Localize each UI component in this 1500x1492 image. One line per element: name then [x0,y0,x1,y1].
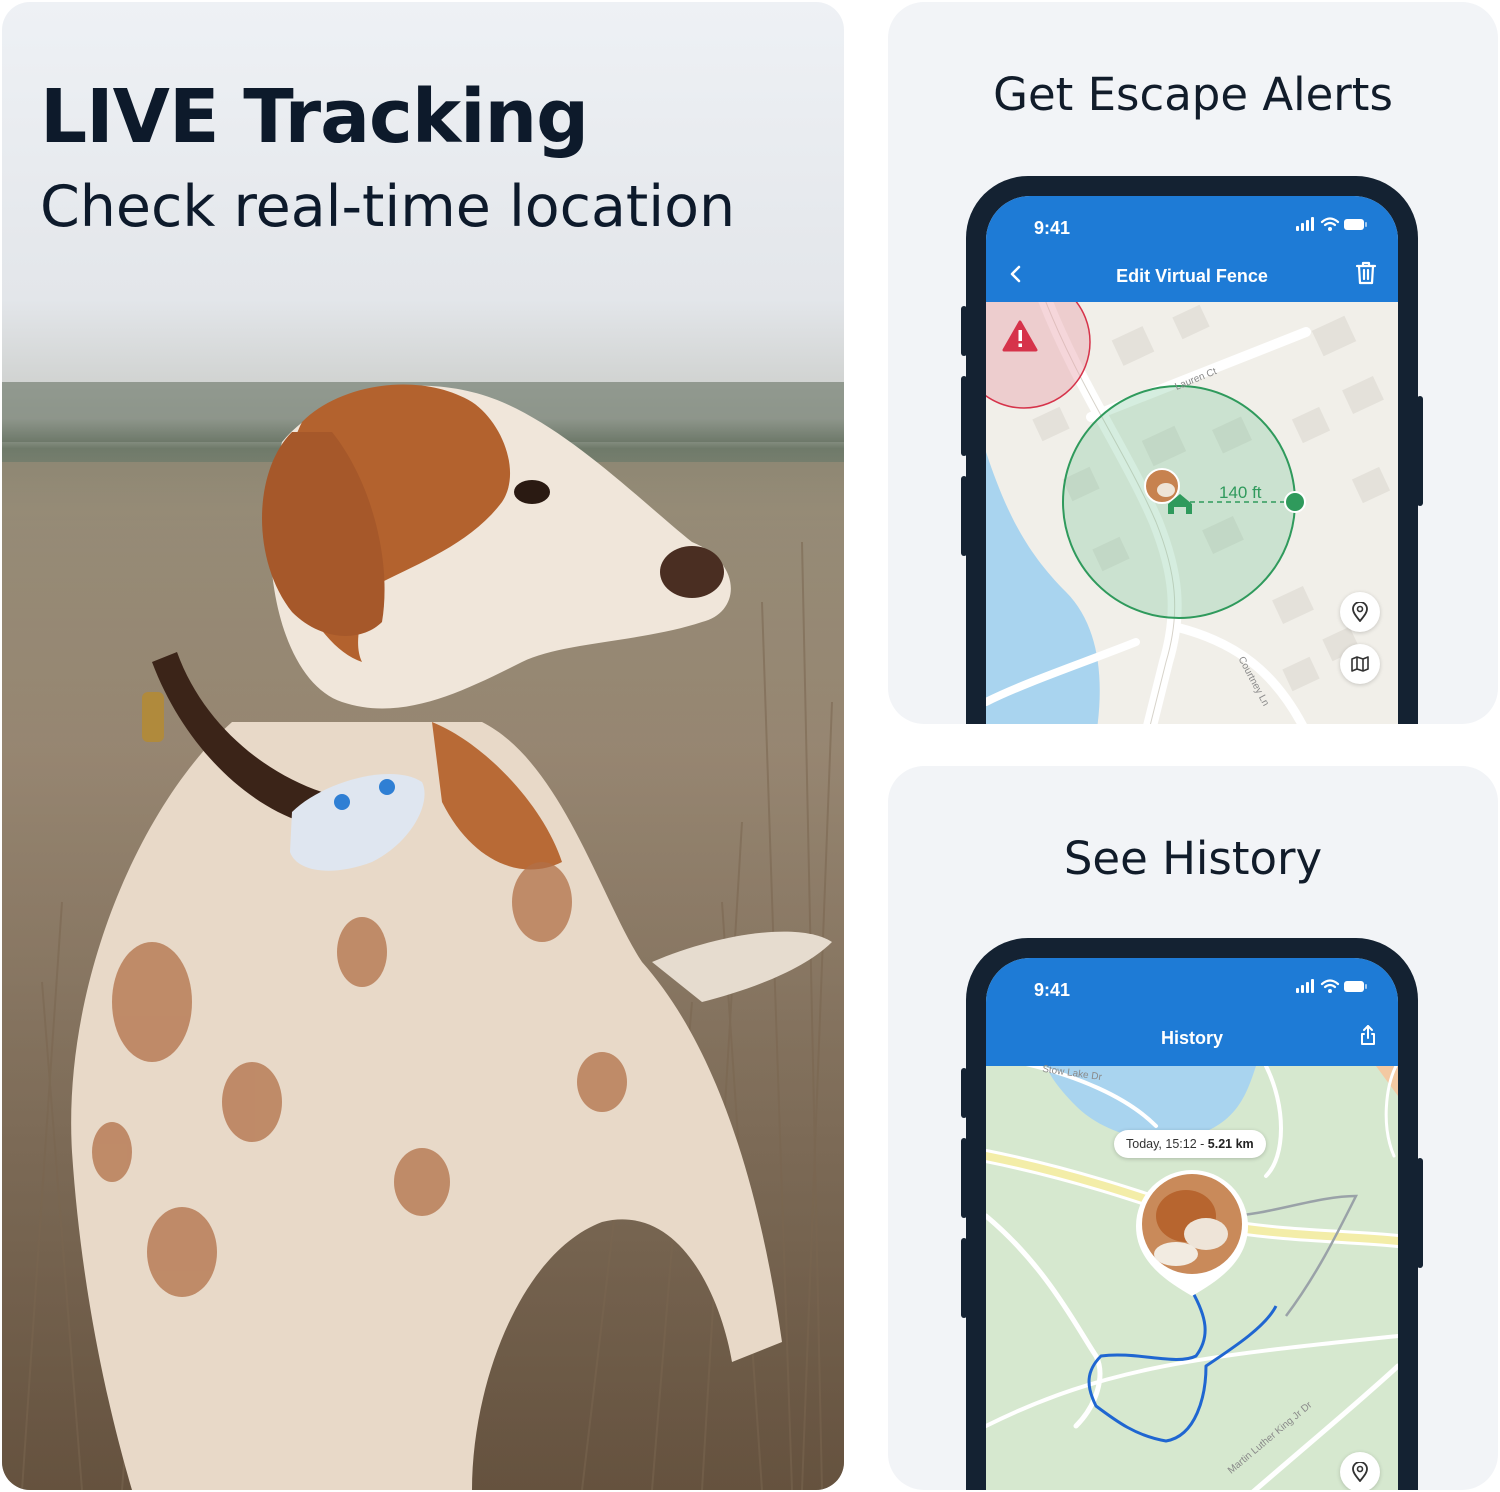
phone-side-button [961,376,967,456]
history-summary-pill: Today, 15:12 - 5.21 km [1114,1130,1266,1158]
delete-button[interactable] [1354,260,1378,291]
wifi-icon [1320,979,1340,989]
app-header: 9:41 [986,196,1398,302]
escape-alerts-card: Get Escape Alerts 9:41 Edit Virtual Fenc… [888,2,1498,724]
phone-side-button [961,1068,967,1118]
phone-side-button [961,1138,967,1218]
share-icon [1361,1025,1375,1045]
phone-screen: 9:41 [986,196,1398,724]
screen-title: Edit Virtual Fence [1116,266,1268,286]
locate-button[interactable] [1340,1452,1380,1490]
map-icon [1351,656,1369,672]
phone-side-button [961,306,967,356]
location-pin-icon [1352,602,1368,622]
history-summary-date: Today, 15:12 - [1126,1137,1208,1151]
escape-alerts-title: Get Escape Alerts [993,68,1393,121]
hero-subtitle: Check real-time location [40,174,736,240]
fence-distance-label: 140 ft [1219,483,1262,502]
history-card: See History 9:41 History Today, 15:12 - … [888,766,1498,1490]
trash-icon [1355,261,1377,285]
location-pin-icon [1352,1462,1368,1482]
wifi-icon [1320,217,1340,227]
battery-icon [1344,219,1367,230]
history-title: See History [1063,832,1323,885]
phone-side-button [1417,396,1423,506]
hero-photo-panel: LIVE Tracking Check real-time location [2,2,844,1490]
signal-icon [1296,979,1314,993]
virtual-fence-map[interactable] [986,302,1398,724]
share-button[interactable] [1358,1024,1378,1051]
map-type-button[interactable] [1340,644,1380,684]
phone-mockup: 9:41 [961,938,1423,1490]
phone-side-button [1417,1158,1423,1268]
status-icons [1296,978,1368,1001]
phone-side-button [961,476,967,556]
locate-button[interactable] [1340,592,1380,632]
battery-icon [1344,981,1367,992]
phone-mockup: 9:41 [961,176,1423,724]
screen-title: History [1160,1028,1223,1048]
signal-icon [1296,217,1314,231]
hero-title: LIVE Tracking [40,74,589,160]
phone-screen: 9:41 [986,958,1398,1490]
phone-side-button [961,1238,967,1318]
status-time: 9:41 [1034,218,1071,238]
app-header: 9:41 [986,958,1398,1066]
status-time: 9:41 [1034,980,1071,1000]
history-summary-distance: 5.21 km [1207,1137,1254,1151]
status-icons [1296,216,1368,239]
